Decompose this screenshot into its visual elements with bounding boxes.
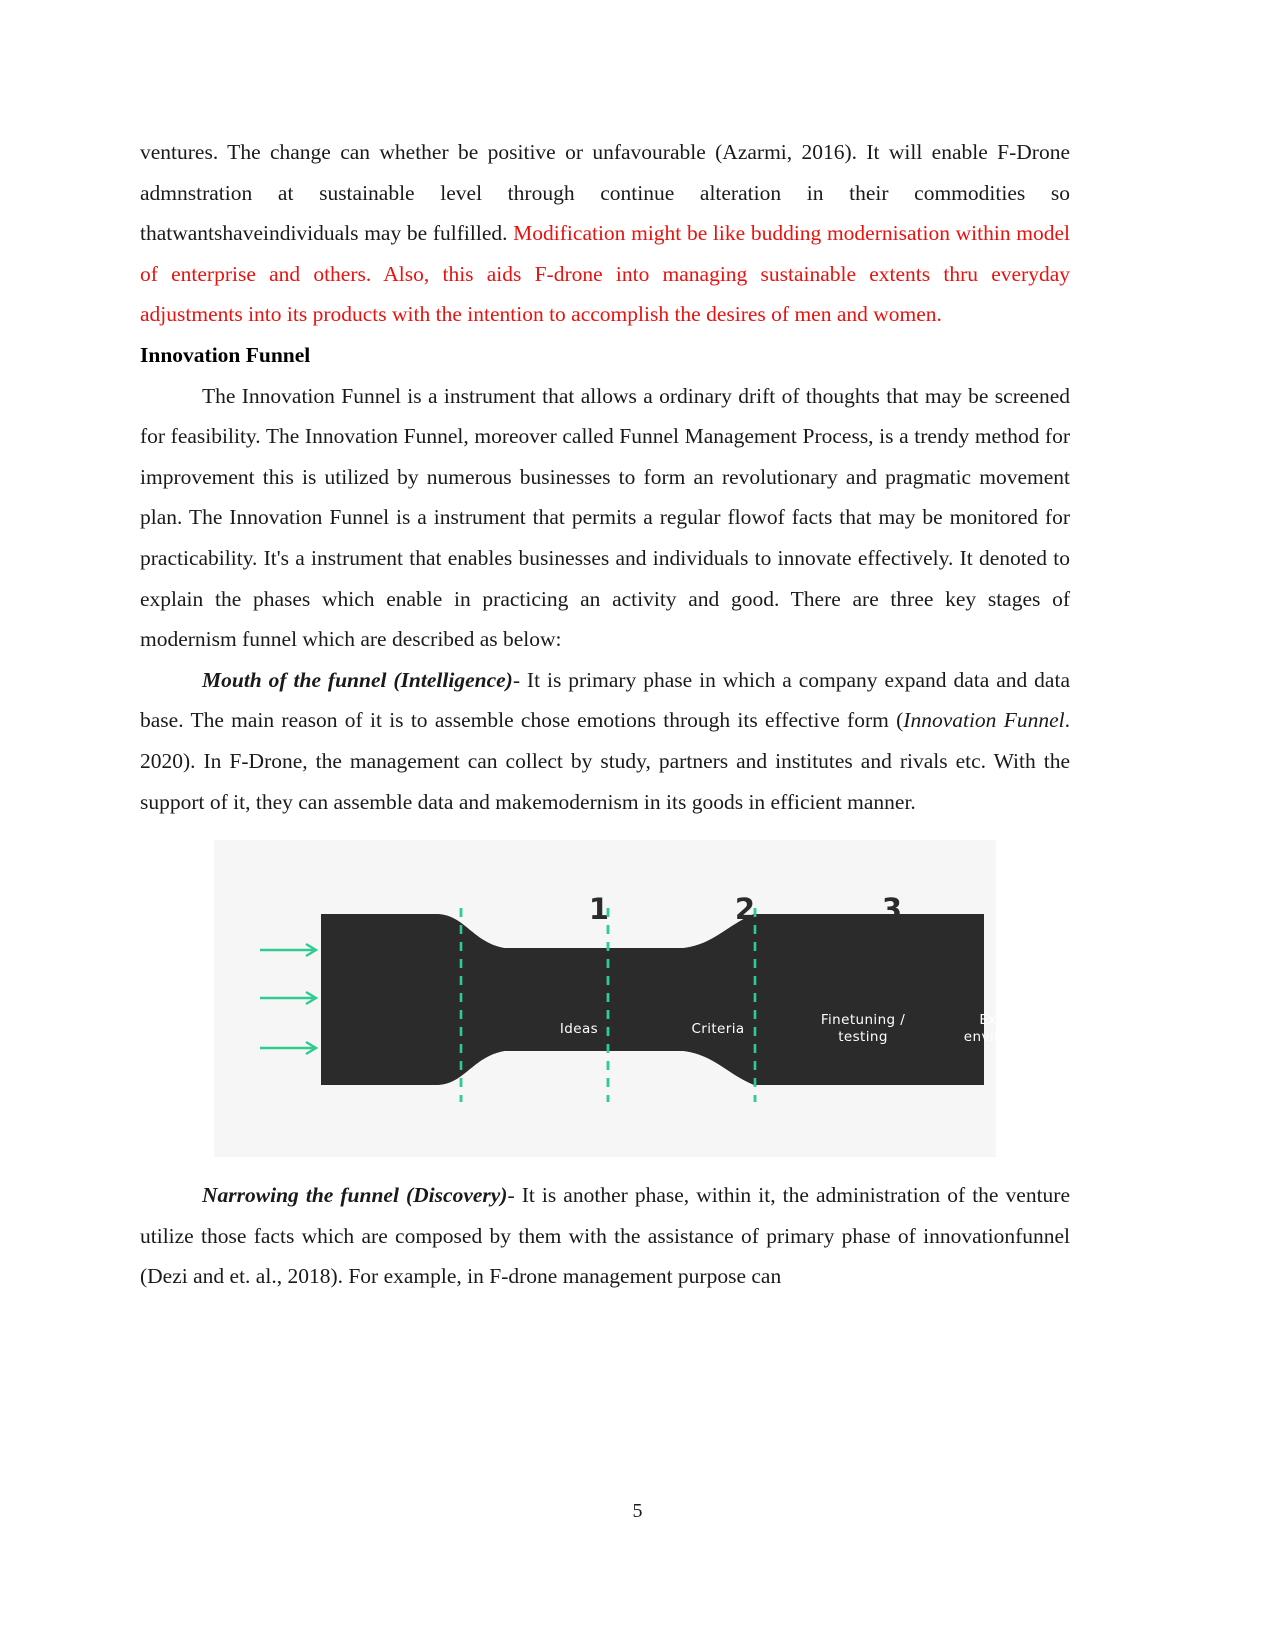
funnel-label-external-line1: External — [979, 1012, 996, 1029]
document-page: ventures. The change can whether be posi… — [0, 0, 1275, 1651]
paragraph-innovation-funnel-text: The Innovation Funnel is a instrument th… — [140, 383, 1070, 652]
funnel-label-ideas: Ideas — [559, 1021, 599, 1038]
run-in-heading-narrowing-funnel: Narrowing the funnel (Discovery) — [202, 1183, 508, 1208]
input-arrows-group — [260, 943, 319, 1056]
page-content: ventures. The change can whether be posi… — [140, 132, 1070, 1297]
funnel-label-finetuning-line1: Finetuning / — [820, 1012, 906, 1029]
funnel-label-criteria: Criteria — [691, 1021, 745, 1038]
paragraph-ventures: ventures. The change can whether be posi… — [140, 132, 1070, 335]
funnel-label-external-line2: environment — [963, 1029, 996, 1046]
paragraph-mouth-of-the-funnel: Mouth of the funnel (Intelligence)- It i… — [140, 660, 1070, 822]
funnel-label-external-environment: External environment — [929, 1012, 996, 1046]
citation-innovation-funnel: Innovation Funnel — [903, 708, 1065, 733]
page-number: 5 — [632, 1500, 643, 1522]
funnel-label-finetuning: Finetuning / testing — [798, 1012, 928, 1046]
run-in-heading-mouth-of-funnel: Mouth of the funnel (Intelligence) — [202, 667, 513, 692]
funnel-label-finetuning-line2: testing — [838, 1029, 888, 1046]
funnel-shape-svg — [260, 908, 869, 1103]
paragraph-narrowing-the-funnel: Narrowing the funnel (Discovery)- It is … — [140, 1175, 1070, 1297]
innovation-funnel-figure-wrapper: 1 2 3 Ideas Criteria Finetuning / testin… — [140, 840, 1070, 1158]
paragraph-innovation-funnel-description: The Innovation Funnel is a instrument th… — [140, 376, 1070, 660]
innovation-funnel-figure: 1 2 3 Ideas Criteria Finetuning / testin… — [214, 840, 996, 1158]
funnel-body-shape — [321, 914, 869, 1086]
heading-innovation-funnel: Innovation Funnel — [140, 342, 311, 367]
